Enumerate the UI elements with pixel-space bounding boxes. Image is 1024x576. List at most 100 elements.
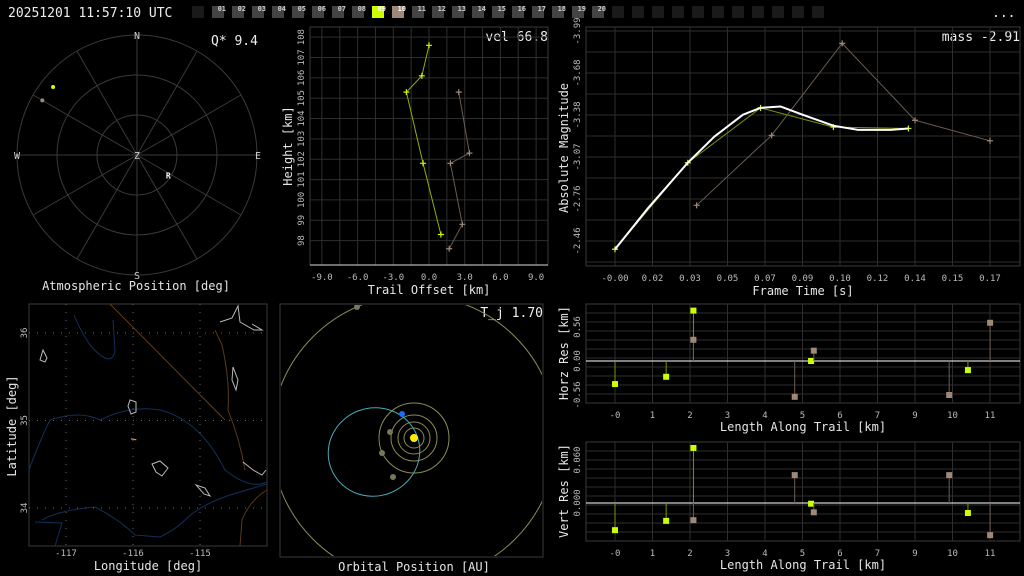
- camera-tile-label: 02: [238, 5, 246, 13]
- camera-10-magnitude-line: [696, 42, 991, 206]
- trail-x-label: Trail Offset [km]: [368, 283, 491, 297]
- cardinal-n-label: N: [134, 31, 140, 42]
- camera-tile-05[interactable]: 05: [292, 5, 306, 18]
- camera-tile-17[interactable]: 17: [532, 5, 546, 18]
- camera-tile-15[interactable]: 15: [492, 5, 506, 18]
- x-tick-label: 0.09: [792, 274, 814, 284]
- trail-offset-chart: vel 66.8 Trail Offset [km] Height [km] -…: [281, 26, 549, 297]
- camera-10-residual-point: [946, 472, 953, 479]
- camera-tile-20[interactable]: 20: [592, 5, 606, 18]
- camera-tile-swatch: [692, 6, 704, 18]
- camera-tile: [752, 6, 764, 18]
- x-tick-label: 11: [985, 549, 996, 559]
- camera-tile-14[interactable]: 14: [472, 5, 486, 18]
- camera-tile-swatch: [652, 6, 664, 18]
- x-tick-label: 7: [875, 549, 880, 559]
- camera-tile-04[interactable]: 04: [272, 5, 286, 18]
- map-y-label: Latitude [deg]: [5, 375, 19, 476]
- camera-09-residual-point: [663, 517, 670, 524]
- x-tick-label: 3.0: [457, 273, 473, 283]
- x-tick-label: -117: [55, 549, 77, 559]
- camera-tile-06[interactable]: 06: [312, 5, 326, 18]
- x-tick-label: 0.12: [867, 274, 889, 284]
- camera-tile: [732, 6, 744, 18]
- camera-tile-label: 03: [258, 5, 266, 13]
- earth-marker: [399, 411, 405, 417]
- x-tick-label: 9: [912, 549, 917, 559]
- camera-09-residual-point: [808, 500, 815, 507]
- camera-tile-16[interactable]: 16: [512, 5, 526, 18]
- camera-tile-18[interactable]: 18: [552, 5, 566, 18]
- magnitude-y-label: Absolute Magnitude: [557, 83, 571, 213]
- meteor-analysis-dashboard: 20251201 11:57:10 UTC 01 02 03 04 05 06 07 08 09…: [5, 5, 1021, 574]
- x-tick-label: 0.05: [717, 274, 739, 284]
- x-tick-label: -0.00: [601, 274, 628, 284]
- camera-tile-19[interactable]: 19: [572, 5, 586, 18]
- camera-tile-09[interactable]: 09: [372, 5, 386, 18]
- camera-tile: [612, 6, 624, 18]
- x-tick-label: 6: [837, 411, 842, 421]
- x-tick-label: 5: [800, 411, 805, 421]
- camera-tile-01[interactable]: 01: [212, 5, 226, 18]
- camera-10-trail-point: [466, 150, 473, 157]
- camera-10-residual-point: [791, 393, 798, 400]
- camera-09-residual-point: [663, 373, 670, 380]
- x-tick-label: -3.0: [382, 273, 404, 283]
- x-tick-label: 0.0: [421, 273, 437, 283]
- x-tick-label: 9: [912, 411, 917, 421]
- ground-map: Longitude [deg] Latitude [deg] -117 -116 -…: [5, 303, 268, 573]
- camera-tile-08[interactable]: 08: [352, 5, 366, 18]
- menu-button[interactable]: ...: [992, 6, 1015, 21]
- x-tick-label: 6: [837, 549, 842, 559]
- camera-10-residual-point: [987, 532, 994, 539]
- camera-tile-03[interactable]: 03: [252, 5, 266, 18]
- camera-tile-02[interactable]: 02: [232, 5, 246, 18]
- camera-tile-07[interactable]: 07: [332, 5, 346, 18]
- cardinal-e-label: E: [255, 151, 261, 162]
- x-tick-label: 3: [725, 549, 730, 559]
- timestamp: 20251201 11:57:10 UTC: [8, 6, 172, 21]
- camera-tile-label: 13: [458, 5, 466, 13]
- mass-stat: mass -2.91: [942, 30, 1020, 45]
- x-tick-label: 10: [947, 549, 958, 559]
- camera-tile-label: 09: [378, 5, 386, 13]
- camera-tile-swatch: [672, 6, 684, 18]
- camera-09-residual-point: [964, 367, 971, 374]
- camera-tile: [692, 6, 704, 18]
- camera-tile-label: 07: [338, 5, 346, 13]
- camera-tile: [632, 6, 644, 18]
- x-tick-label: 10: [947, 411, 958, 421]
- camera-tile-10[interactable]: 10: [392, 5, 406, 18]
- camera-tile-12[interactable]: 12: [432, 5, 446, 18]
- orbit-x-label: Orbital Position [AU]: [338, 560, 490, 574]
- cardinal-s-label: S: [134, 271, 140, 282]
- orbit-plot: [281, 305, 542, 556]
- camera-tile: [772, 6, 784, 18]
- y-tick-label: -2.46: [573, 227, 583, 254]
- planet-marker: [354, 305, 360, 310]
- camera-tile-13[interactable]: 13: [452, 5, 466, 18]
- y-tick-label: -3.07: [573, 143, 583, 170]
- camera-tile-swatch: [812, 6, 824, 18]
- y-tick-label: 0.000: [573, 489, 583, 516]
- camera-tile-label: 12: [438, 5, 446, 13]
- camera-tile: [812, 6, 824, 18]
- camera-tile-swatch: [772, 6, 784, 18]
- camera-tile-label: 11: [418, 5, 426, 13]
- camera-tile-label: 06: [318, 5, 326, 13]
- camera-tile: [712, 6, 724, 18]
- camera-tile-swatch: [732, 6, 744, 18]
- y-tick-label: -0.56: [573, 381, 583, 408]
- x-tick-label: 2: [687, 549, 692, 559]
- camera-tile-11[interactable]: 11: [412, 5, 426, 18]
- camera-tile-label: 15: [498, 5, 506, 13]
- x-tick-label: -9.0: [311, 273, 333, 283]
- vertical-residual-chart: Length Along Trail [km] Vert Res [km] -0…: [557, 441, 1021, 572]
- azimuth-spoke: [136, 94, 242, 156]
- camera-tile: [792, 6, 804, 18]
- camera-tile-label: 16: [518, 5, 526, 13]
- magnitude-chart: mass -2.91 Frame Time [s] Absolute Magni…: [557, 17, 1021, 298]
- azimuth-spoke: [76, 50, 138, 156]
- camera-09-trail-point: [437, 231, 444, 238]
- x-tick-label: 0.10: [829, 274, 851, 284]
